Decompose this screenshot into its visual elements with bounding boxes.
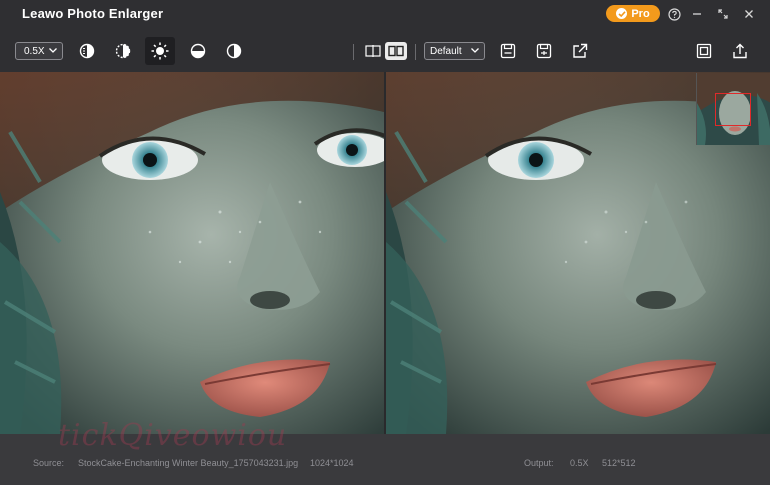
help-icon[interactable] <box>665 5 683 23</box>
half-circle-icon[interactable] <box>186 40 210 62</box>
source-image <box>0 72 384 434</box>
source-label: Source: <box>33 458 65 468</box>
contrast-icon[interactable] <box>111 40 135 62</box>
navigator-thumbnail[interactable] <box>696 73 770 145</box>
app-title: Leawo Photo Enlarger <box>22 6 164 21</box>
check-icon <box>616 8 628 19</box>
close-icon[interactable] <box>740 5 758 23</box>
save-icon[interactable] <box>496 40 520 62</box>
output-zoom: 0.5X <box>570 458 589 468</box>
share-icon[interactable] <box>728 40 752 62</box>
brightness-half-icon[interactable] <box>75 40 99 62</box>
pro-label: Pro <box>631 7 650 20</box>
toolbar-divider <box>415 44 416 60</box>
sun-icon[interactable] <box>145 37 175 65</box>
fit-icon[interactable] <box>692 40 716 62</box>
model-dropdown[interactable]: Default <box>424 42 485 60</box>
split-view-icon[interactable] <box>362 42 384 60</box>
output-label: Output: <box>524 458 554 468</box>
pro-button[interactable]: Pro <box>606 5 660 22</box>
zoom-dropdown[interactable]: 0.5X <box>15 42 63 60</box>
side-by-side-icon[interactable] <box>385 42 407 60</box>
toolbar-divider <box>353 44 354 60</box>
contrast-alt-icon[interactable] <box>222 40 246 62</box>
model-value: Default <box>430 45 462 57</box>
save-as-icon[interactable] <box>532 40 556 62</box>
navigator-viewport-frame[interactable] <box>715 93 751 126</box>
watermark-overlay: tickQiveowiou <box>58 418 288 453</box>
maximize-icon[interactable] <box>714 5 732 23</box>
export-icon[interactable] <box>568 40 592 62</box>
output-size: 512*512 <box>602 458 636 468</box>
zoom-value: 0.5X <box>24 45 45 57</box>
source-size: 1024*1024 <box>310 458 354 468</box>
title-bar: Leawo Photo Enlarger Pro <box>0 0 770 28</box>
chevron-down-icon <box>48 45 58 58</box>
toolbar: 0.5X Default <box>0 28 770 72</box>
source-filename: StockCake-Enchanting Winter Beauty_17570… <box>78 458 299 468</box>
chevron-down-icon <box>470 45 480 58</box>
minimize-icon[interactable] <box>688 5 706 23</box>
source-image-pane[interactable] <box>0 72 384 434</box>
